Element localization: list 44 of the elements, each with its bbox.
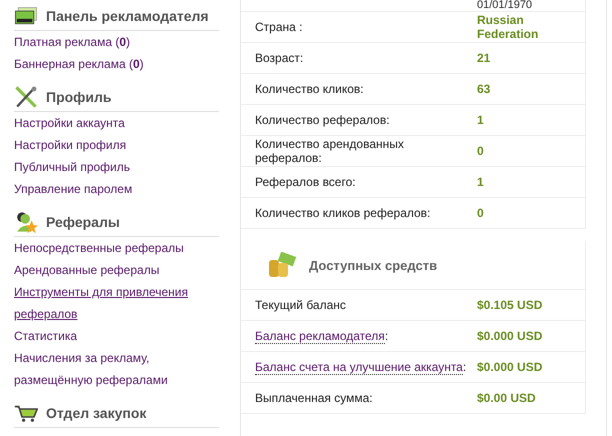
section-title: Доступных средств	[309, 258, 438, 272]
stat-label: Возраст:	[255, 51, 304, 65]
stat-label: Количество кликов рефералов:	[255, 206, 432, 220]
stat-value: Russian Federation	[477, 13, 540, 41]
stat-value: 0	[477, 144, 485, 158]
sidebar-link[interactable]: Настройки профиля	[14, 134, 219, 156]
colon-text: :	[462, 360, 466, 374]
stat-value: 0	[477, 206, 485, 220]
stat-label: Количество рефералов:	[255, 113, 391, 127]
balance-value: $0.000 USD	[477, 329, 544, 343]
balance-label: Выплаченная сумма:	[255, 391, 374, 405]
section-title: Отдел закупок	[46, 405, 146, 421]
balance-value: $0.000 USD	[477, 360, 544, 374]
sidebar-link[interactable]: Настройки аккаунта	[14, 112, 219, 134]
section-title: Рефералы	[46, 214, 120, 230]
stat-value: 01/01/1970	[477, 0, 534, 11]
sidebar-link[interactable]: Статистика	[14, 325, 219, 347]
sidebar-link[interactable]: Арендованные рефералы	[14, 259, 219, 281]
stat-label: Страна :	[255, 20, 304, 34]
stat-label: Рефералов всего:	[255, 175, 357, 189]
balance-label: Текущий баланс	[255, 298, 347, 312]
stat-value: 21	[477, 51, 492, 65]
sidebar-link[interactable]: Публичный профиль	[14, 156, 219, 178]
sidebar-link[interactable]: Платная реклама (0)	[14, 31, 219, 53]
sidebar-link[interactable]: Начисления за рекламу, размещённую рефералами	[14, 347, 219, 391]
balance-link[interactable]: Баланс счета на улучшение аккаунта	[255, 360, 463, 375]
section-title: Панель рекламодателя	[46, 8, 209, 24]
colon-text: :	[384, 329, 388, 343]
stat-label: Количество арендованных рефералов:	[255, 137, 405, 165]
sidebar-link[interactable]: Непосредственные рефералы	[14, 237, 219, 259]
coins-icon	[267, 252, 297, 278]
users-star-icon	[14, 210, 38, 234]
sidebar-link[interactable]: Инструменты для привлечения рефералов	[14, 281, 219, 325]
stat-value: 1	[477, 175, 485, 189]
tools-icon	[14, 85, 38, 109]
sidebar-link[interactable]: Управление паролем	[14, 178, 219, 200]
stat-label: Количество кликов:	[255, 82, 365, 96]
sidebar-link[interactable]: Баннерная реклама (0)	[14, 53, 219, 75]
section-title: Профиль	[46, 89, 112, 105]
stat-value: 63	[477, 82, 492, 96]
balance-value: $0.00 USD	[477, 391, 537, 405]
balance-value: $0.105 USD	[477, 298, 544, 312]
stat-value: 1	[477, 113, 485, 127]
balance-link[interactable]: Баланс рекламодателя	[255, 329, 385, 344]
